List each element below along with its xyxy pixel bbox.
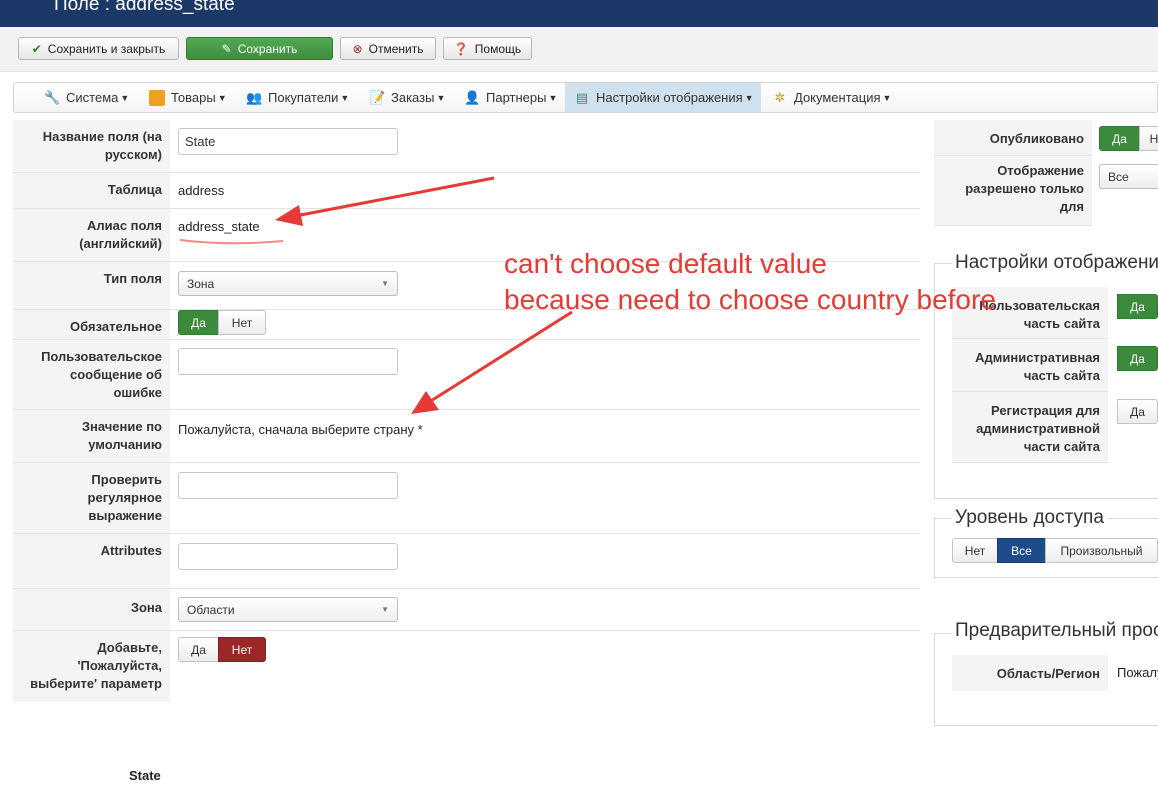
arrow-to-alias-head [275,205,303,226]
arrow-to-default-line [425,310,573,406]
annotation-arrows [179,176,573,414]
alias-underline [179,239,284,245]
arrow-to-alias-line [289,176,495,219]
arrow-to-default-head [411,391,439,414]
